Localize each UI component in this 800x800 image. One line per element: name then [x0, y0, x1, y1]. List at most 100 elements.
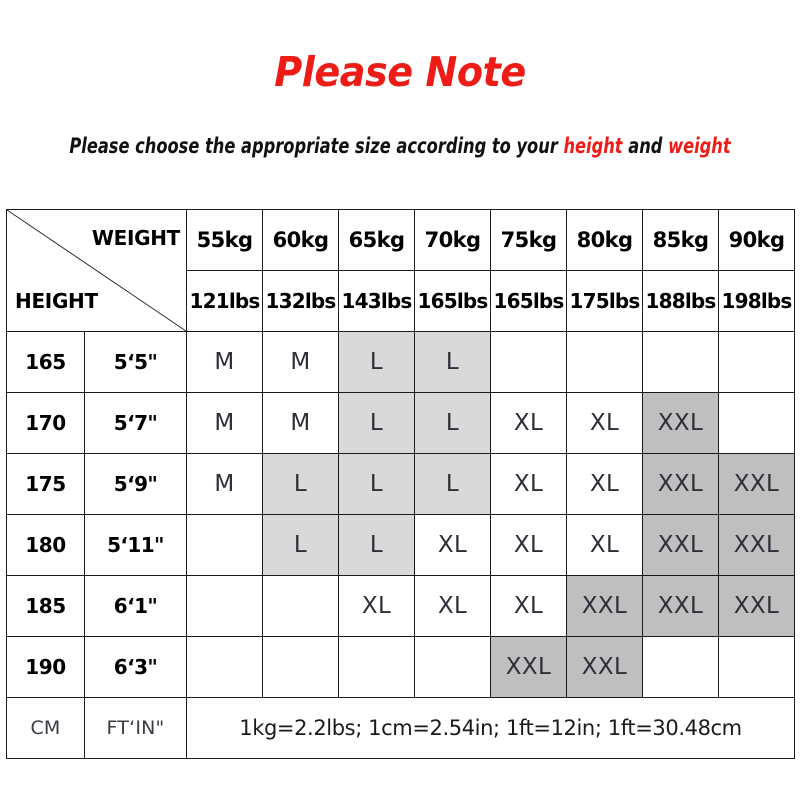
footer-cm-label: CM: [6, 697, 85, 759]
table-row: 170 5‘7" M M L L XL XL XXL: [6, 392, 795, 454]
size-cell-4-7: XXL: [718, 575, 795, 637]
size-cell-5-7: [718, 636, 795, 698]
height-ft-4: 6‘1": [84, 575, 187, 637]
page-subtitle: Please choose the appropriate size accor…: [56, 136, 744, 157]
size-cell-4-6: XXL: [642, 575, 719, 637]
size-cell-1-1: M: [262, 392, 339, 454]
weight-header-kg-3: 70kg: [414, 209, 491, 271]
size-chart-body: WEIGHT HEIGHT 55kg 60kg 65kg 70kg 75kg 8…: [6, 209, 795, 759]
size-cell-0-7: [718, 331, 795, 393]
size-cell-5-5: XXL: [566, 636, 643, 698]
height-cm-4: 185: [6, 575, 85, 637]
weight-header-lbs-6: 188lbs: [642, 270, 719, 332]
size-cell-0-3: L: [414, 331, 491, 393]
size-cell-0-5: [566, 331, 643, 393]
size-cell-0-4: [490, 331, 567, 393]
subtitle-highlight-weight: weight: [668, 134, 731, 158]
size-cell-2-2: L: [338, 453, 415, 515]
weight-header-lbs-2: 143lbs: [338, 270, 415, 332]
height-ft-0: 5‘5": [84, 331, 187, 393]
size-cell-3-1: L: [262, 514, 339, 576]
height-ft-2: 5‘9": [84, 453, 187, 515]
size-cell-2-7: XXL: [718, 453, 795, 515]
height-cm-5: 190: [6, 636, 85, 698]
height-cm-3: 180: [6, 514, 85, 576]
size-cell-5-3: [414, 636, 491, 698]
size-cell-5-4: XXL: [490, 636, 567, 698]
weight-header-kg-1: 60kg: [262, 209, 339, 271]
size-cell-2-3: L: [414, 453, 491, 515]
size-cell-3-3: XL: [414, 514, 491, 576]
size-cell-1-0: M: [186, 392, 263, 454]
conversion-note: 1kg=2.2lbs; 1cm=2.54in; 1ft=12in; 1ft=30…: [186, 697, 795, 759]
size-cell-2-4: XL: [490, 453, 567, 515]
weight-header-lbs-4: 165lbs: [490, 270, 567, 332]
size-cell-3-2: L: [338, 514, 415, 576]
size-cell-0-6: [642, 331, 719, 393]
height-cm-0: 165: [6, 331, 85, 393]
size-cell-1-2: L: [338, 392, 415, 454]
table-row: 165 5‘5" M M L L: [6, 331, 795, 393]
size-cell-4-1: [262, 575, 339, 637]
size-cell-2-5: XL: [566, 453, 643, 515]
size-cell-1-4: XL: [490, 392, 567, 454]
weight-header-lbs-5: 175lbs: [566, 270, 643, 332]
subtitle-prefix: Please choose the appropriate size accor…: [69, 134, 564, 158]
size-cell-0-0: M: [186, 331, 263, 393]
size-cell-1-3: L: [414, 392, 491, 454]
page-title: Please Note: [274, 48, 526, 96]
height-cm-2: 175: [6, 453, 85, 515]
weight-axis-label: WEIGHT: [91, 226, 180, 250]
subtitle-middle: and: [622, 134, 669, 158]
footer-ft-label: FT‘IN": [84, 697, 187, 759]
height-axis-label: HEIGHT: [15, 289, 98, 313]
corner-header-cell: WEIGHT HEIGHT: [6, 209, 187, 332]
size-cell-4-5: XXL: [566, 575, 643, 637]
size-cell-4-2: XL: [338, 575, 415, 637]
size-cell-2-1: L: [262, 453, 339, 515]
size-chart-page: Please Note Please choose the appropriat…: [0, 0, 800, 800]
weight-header-kg-6: 85kg: [642, 209, 719, 271]
height-ft-3: 5‘11": [84, 514, 187, 576]
height-cm-1: 170: [6, 392, 85, 454]
weight-header-lbs-7: 198lbs: [718, 270, 795, 332]
size-cell-2-6: XXL: [642, 453, 719, 515]
size-cell-3-7: XXL: [718, 514, 795, 576]
weight-header-kg-0: 55kg: [186, 209, 263, 271]
weight-header-kg-2: 65kg: [338, 209, 415, 271]
size-cell-2-0: M: [186, 453, 263, 515]
size-cell-1-5: XL: [566, 392, 643, 454]
size-chart-table-wrap: WEIGHT HEIGHT 55kg 60kg 65kg 70kg 75kg 8…: [6, 209, 795, 759]
subtitle-highlight-height: height: [563, 134, 623, 158]
height-ft-5: 6‘3": [84, 636, 187, 698]
weight-header-kg-5: 80kg: [566, 209, 643, 271]
size-cell-3-0: [186, 514, 263, 576]
size-cell-4-3: XL: [414, 575, 491, 637]
size-cell-1-6: XXL: [642, 392, 719, 454]
size-cell-5-0: [186, 636, 263, 698]
size-cell-4-4: XL: [490, 575, 567, 637]
size-cell-3-4: XL: [490, 514, 567, 576]
weight-header-lbs-1: 132lbs: [262, 270, 339, 332]
table-row: 185 6‘1" XL XL XL XXL XXL XXL: [6, 575, 795, 637]
size-cell-5-6: [642, 636, 719, 698]
weight-header-lbs-3: 165lbs: [414, 270, 491, 332]
weight-header-kg-4: 75kg: [490, 209, 567, 271]
size-cell-1-7: [718, 392, 795, 454]
table-row: 190 6‘3" XXL XXL: [6, 636, 795, 698]
size-cell-0-1: M: [262, 331, 339, 393]
footer-row: CM FT‘IN" 1kg=2.2lbs; 1cm=2.54in; 1ft=12…: [6, 697, 795, 759]
header-row-kg: WEIGHT HEIGHT 55kg 60kg 65kg 70kg 75kg 8…: [6, 209, 795, 332]
size-cell-4-0: [186, 575, 263, 637]
height-ft-1: 5‘7": [84, 392, 187, 454]
table-row: 180 5‘11" L L XL XL XL XXL XXL: [6, 514, 795, 576]
weight-header-lbs-0: 121lbs: [186, 270, 263, 332]
weight-header-kg-7: 90kg: [718, 209, 795, 271]
size-cell-0-2: L: [338, 331, 415, 393]
size-cell-3-5: XL: [566, 514, 643, 576]
size-cell-5-2: [338, 636, 415, 698]
size-cell-5-1: [262, 636, 339, 698]
size-cell-3-6: XXL: [642, 514, 719, 576]
size-chart-table: WEIGHT HEIGHT 55kg 60kg 65kg 70kg 75kg 8…: [6, 209, 795, 759]
table-row: 175 5‘9" M L L L XL XL XXL XXL: [6, 453, 795, 515]
